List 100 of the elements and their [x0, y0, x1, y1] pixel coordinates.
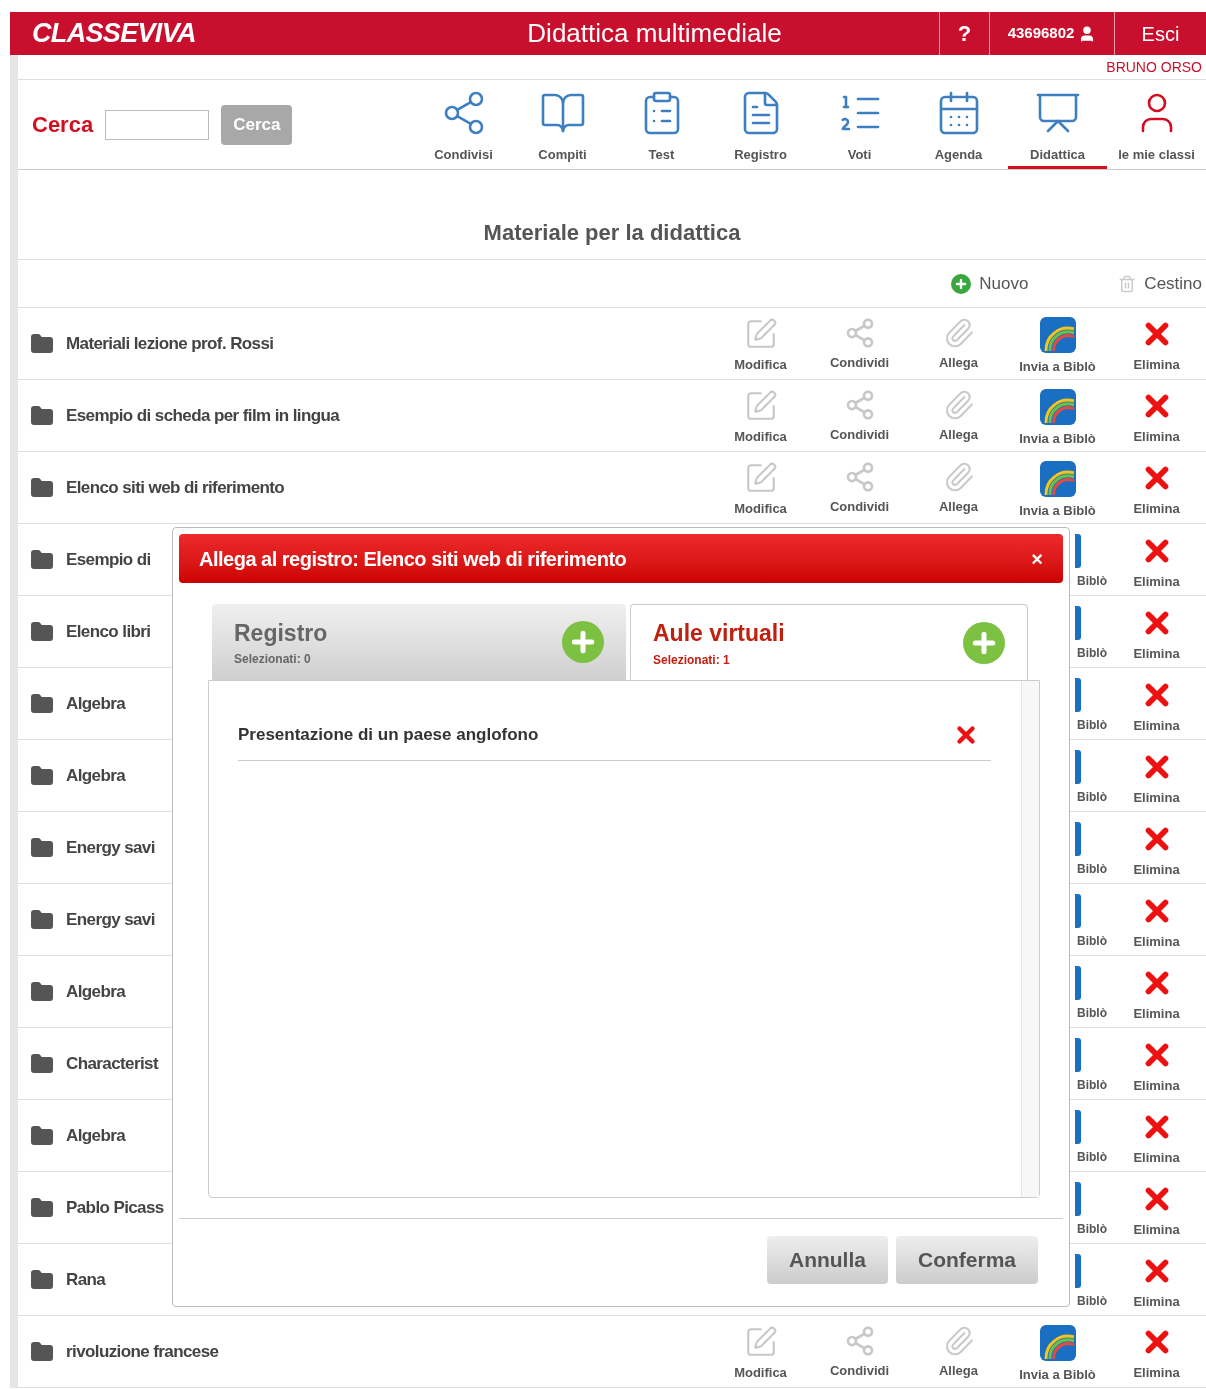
selection-count: Selezionati: 1 — [653, 651, 731, 669]
folder-name[interactable]: Esempio di — [66, 546, 151, 573]
folder-icon — [30, 835, 54, 860]
close-button[interactable]: × — [1031, 543, 1043, 574]
action-link[interactable]: Elimina — [1133, 1362, 1180, 1383]
nav-tab[interactable]: Condivisi — [414, 80, 513, 169]
action-link[interactable]: Biblò — [1077, 1075, 1107, 1094]
action-link[interactable]: Elimina — [1133, 498, 1180, 519]
action-link[interactable]: Biblò — [1077, 1003, 1107, 1022]
action-link[interactable]: Condividi — [829, 352, 890, 373]
action-link[interactable]: Biblò — [1077, 859, 1107, 878]
search-field[interactable] — [105, 109, 210, 140]
nav-tab[interactable]: Didattica — [1008, 80, 1107, 169]
action-link[interactable]: Elimina — [1133, 1147, 1180, 1168]
action-link[interactable]: Modifica — [734, 1362, 787, 1383]
action-link[interactable]: Biblò — [1077, 643, 1107, 662]
action-link[interactable]: Modifica — [734, 354, 787, 375]
action-link[interactable]: Elimina — [1133, 715, 1180, 736]
folder-icon — [30, 979, 54, 1004]
folder-name[interactable]: Esempio di scheda per film in lingua — [66, 402, 340, 429]
plus-icon — [951, 273, 972, 294]
action-link[interactable]: Condividi — [829, 496, 890, 517]
action-link[interactable]: Elimina — [1133, 354, 1180, 375]
action-link[interactable]: Condividi — [829, 424, 890, 445]
trash-button[interactable]: Cestino — [1118, 270, 1202, 297]
action-link[interactable]: Biblò — [1077, 1219, 1107, 1238]
tile-fragment-icon — [1075, 821, 1081, 856]
rainbow-tile-icon — [1039, 460, 1076, 497]
action-link[interactable]: Elimina — [1133, 1075, 1180, 1096]
nav-tab[interactable]: Compiti — [513, 80, 612, 169]
action-link[interactable]: Elimina — [1133, 1291, 1180, 1312]
dialog-tab[interactable]: Registro Selezionati: 0 — [212, 604, 626, 680]
action-link[interactable]: Elimina — [1133, 1003, 1180, 1024]
tile-fragment-icon — [1075, 749, 1081, 784]
action-link[interactable]: Allega — [939, 496, 978, 517]
folder-name[interactable]: Rana — [66, 1266, 106, 1293]
action-link[interactable]: Condividi — [829, 1360, 890, 1381]
folder-name[interactable]: Algebra — [66, 762, 126, 789]
folder-icon — [30, 1267, 54, 1292]
action-link[interactable]: Invia a Biblò — [1019, 1364, 1096, 1385]
folder-icon — [30, 619, 54, 644]
dialog-tab[interactable]: Aule virtuali Selezionati: 1 — [630, 604, 1028, 680]
help-button[interactable]: ? — [939, 12, 989, 55]
tile-fragment-icon — [1075, 1037, 1081, 1072]
nav-tab[interactable]: Agenda — [909, 80, 1008, 169]
folder-name[interactable]: Algebra — [66, 690, 126, 717]
nav-tab[interactable]: Registro — [711, 80, 810, 169]
folder-name[interactable]: Elenco libri — [66, 618, 151, 645]
action-link[interactable]: Allega — [939, 1360, 978, 1381]
action-link[interactable]: Invia a Biblò — [1019, 500, 1096, 521]
action-link[interactable]: Elimina — [1133, 787, 1180, 808]
nav-tab[interactable]: le mie classi — [1107, 80, 1206, 169]
action-link[interactable]: Modifica — [734, 426, 787, 447]
action-link[interactable]: Elimina — [1133, 1219, 1180, 1240]
action-link[interactable]: Biblò — [1077, 1147, 1107, 1166]
folder-name[interactable]: Elenco siti web di riferimento — [66, 474, 285, 501]
logo: CLASSEVIVA — [31, 17, 197, 51]
new-button[interactable]: Nuovo — [951, 270, 1029, 297]
folder-name[interactable]: rivoluzione francese — [66, 1338, 219, 1365]
search-label: Cerca — [32, 111, 94, 139]
tab-title: Aule virtuali — [653, 619, 785, 649]
selection-count: Selezionati: 0 — [234, 651, 312, 669]
folder-icon — [30, 547, 54, 572]
folder-icon — [30, 475, 54, 500]
nav-tab[interactable]: Voti — [810, 80, 909, 169]
action-link[interactable]: Biblò — [1077, 787, 1107, 806]
tile-fragment-icon — [1075, 893, 1081, 928]
dialog-button[interactable]: Annulla — [766, 1236, 888, 1284]
action-link[interactable]: Biblò — [1077, 571, 1107, 590]
action-link[interactable]: Biblò — [1077, 1291, 1107, 1310]
action-link[interactable]: Invia a Biblò — [1019, 428, 1096, 449]
action-link[interactable]: Biblò — [1077, 931, 1107, 950]
nav-tab[interactable]: Test — [612, 80, 711, 169]
action-link[interactable]: Elimina — [1133, 571, 1180, 592]
item-title: Presentazione di un paese anglofono — [238, 723, 539, 746]
folder-name[interactable]: Energy savi — [66, 906, 155, 933]
action-link[interactable]: Allega — [939, 352, 978, 373]
action-link[interactable]: Elimina — [1133, 643, 1180, 664]
action-link[interactable]: Biblò — [1077, 715, 1107, 734]
folder-name[interactable]: Materiali lezione prof. Rossi — [66, 330, 274, 357]
folder-icon — [30, 1195, 54, 1220]
action-link[interactable]: Elimina — [1133, 859, 1180, 880]
action-link[interactable]: Elimina — [1133, 931, 1180, 952]
folder-icon — [30, 1339, 54, 1364]
folder-name[interactable]: Characterist — [66, 1050, 158, 1077]
tile-fragment-icon — [1075, 605, 1081, 640]
folder-name[interactable]: Energy savi — [66, 834, 155, 861]
tile-fragment-icon — [1075, 965, 1081, 1000]
rainbow-tile-icon — [1039, 388, 1076, 425]
folder-name[interactable]: Pablo Picass — [66, 1194, 164, 1221]
folder-name[interactable]: Algebra — [66, 978, 126, 1005]
folder-icon — [30, 763, 54, 788]
action-link[interactable]: Modifica — [734, 498, 787, 519]
action-link[interactable]: Invia a Biblò — [1019, 356, 1096, 377]
action-link[interactable]: Allega — [939, 424, 978, 445]
logout-button[interactable]: Esci — [1114, 12, 1206, 55]
dialog-button[interactable]: Conferma — [895, 1236, 1038, 1284]
action-link[interactable]: Elimina — [1133, 426, 1180, 447]
folder-name[interactable]: Algebra — [66, 1122, 126, 1149]
dialog-title: Allega al registro: Elenco siti web di riferimento — [199, 546, 627, 572]
